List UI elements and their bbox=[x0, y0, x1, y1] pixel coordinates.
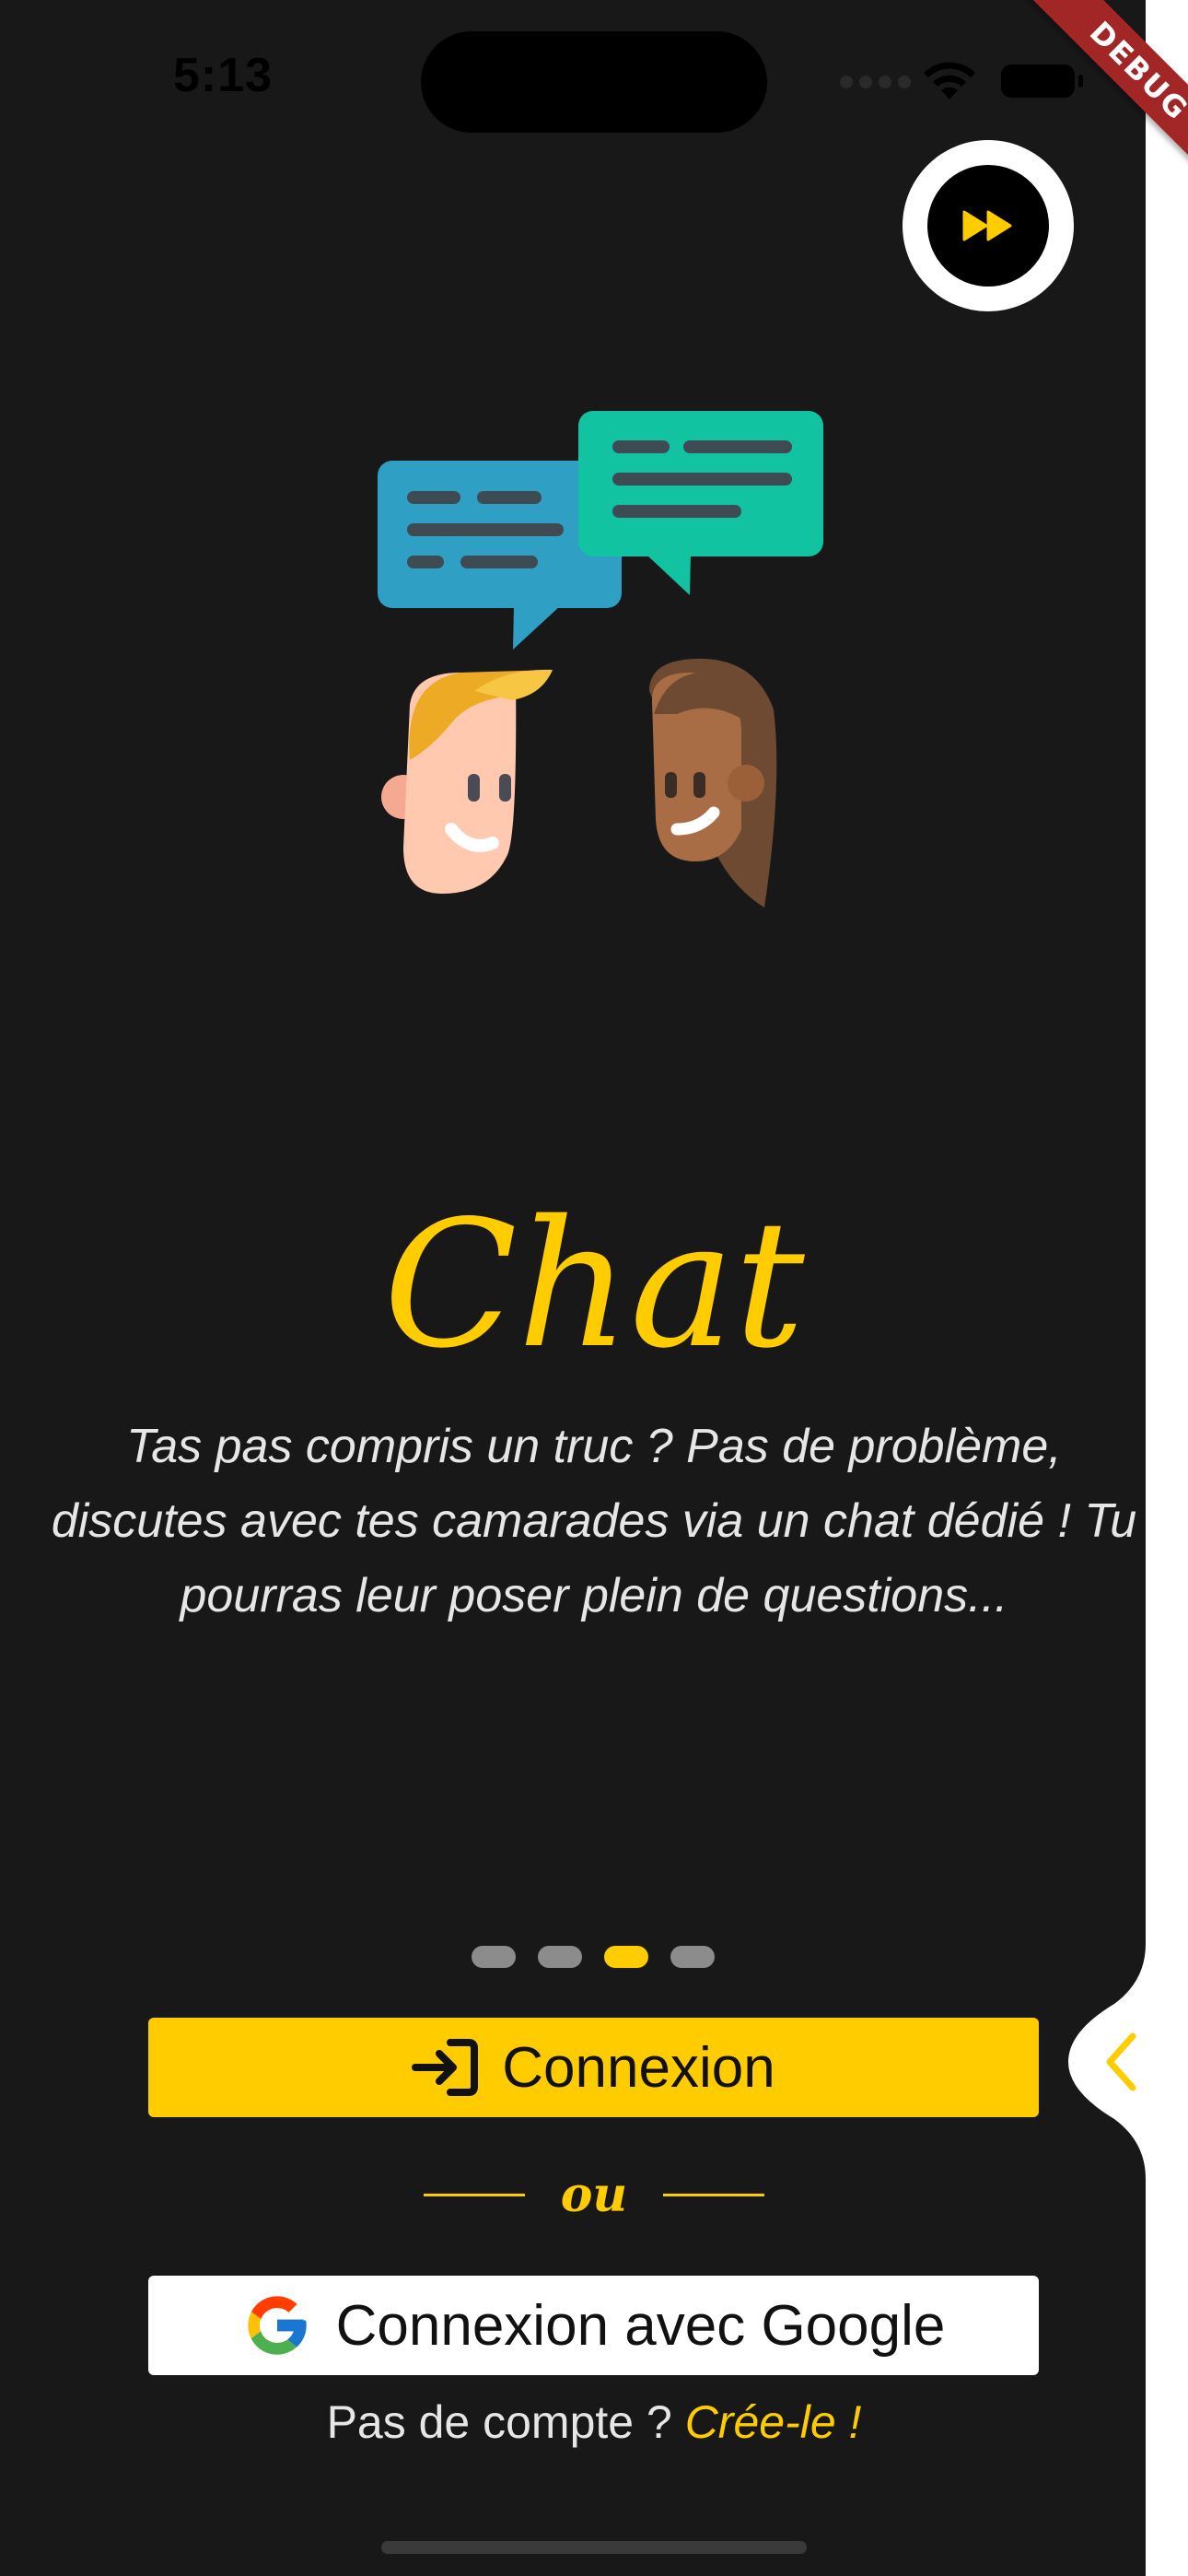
login-button[interactable]: Connexion bbox=[148, 2018, 1039, 2117]
google-login-button[interactable]: Connexion avec Google bbox=[148, 2276, 1039, 2375]
onboarding-screen: 5:13 Chat Tas pas compris un truc ? Pas … bbox=[0, 0, 1146, 2576]
girl-avatar-icon bbox=[649, 659, 777, 907]
or-label: ou bbox=[560, 2166, 628, 2223]
status-time: 5:13 bbox=[173, 49, 274, 102]
wifi-icon bbox=[924, 62, 975, 100]
onboarding-title: Chat bbox=[383, 1183, 805, 1387]
page-indicator bbox=[472, 1946, 715, 1968]
signup-prompt: Pas de compte ? bbox=[326, 2396, 672, 2448]
divider-line bbox=[424, 2193, 525, 2196]
page-dot[interactable] bbox=[670, 1946, 715, 1968]
boy-avatar-icon bbox=[381, 669, 553, 894]
divider-line bbox=[663, 2193, 764, 2196]
signup-row: Pas de compte ? Crée-le ! bbox=[0, 2395, 1146, 2449]
page-dot[interactable] bbox=[538, 1946, 582, 1968]
google-button-label: Connexion avec Google bbox=[335, 2293, 946, 2358]
home-indicator bbox=[381, 2541, 807, 2554]
onboarding-description: Tas pas compris un truc ? Pas de problèm… bbox=[51, 1420, 1137, 1622]
chat-illustration bbox=[378, 411, 823, 907]
page-dot-active[interactable] bbox=[604, 1946, 648, 1968]
google-icon bbox=[247, 2296, 307, 2355]
dynamic-island bbox=[421, 31, 767, 133]
skip-button[interactable] bbox=[903, 140, 1074, 311]
or-divider: ou bbox=[424, 2166, 764, 2223]
login-arrow-icon bbox=[412, 2039, 479, 2096]
signup-link[interactable]: Crée-le ! bbox=[685, 2396, 862, 2448]
page-dot[interactable] bbox=[472, 1946, 516, 1968]
side-drawer-tab[interactable] bbox=[1068, 1944, 1188, 2179]
side-drawer-strip bbox=[1146, 0, 1188, 2576]
cellular-signal-icon bbox=[840, 76, 911, 88]
fast-forward-icon bbox=[962, 210, 1012, 241]
login-button-label: Connexion bbox=[502, 2035, 775, 2100]
battery-icon bbox=[1001, 64, 1083, 98]
